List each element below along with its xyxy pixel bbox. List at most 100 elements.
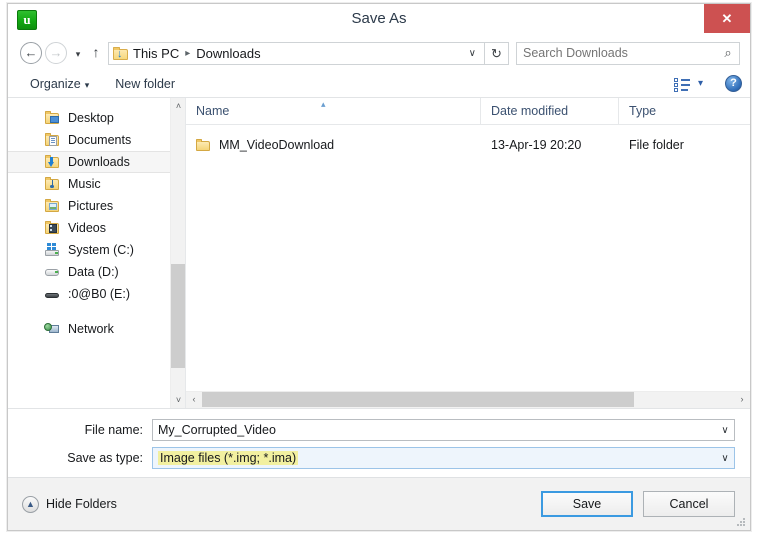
- network-icon: [44, 322, 61, 336]
- navigation-sidebar: Desktop Documents Downloads Music Pictur…: [8, 98, 186, 408]
- sidebar-item-music[interactable]: Music: [8, 173, 185, 195]
- column-headers: Name Date modified Type ▴: [186, 98, 750, 125]
- sidebar-list: Desktop Documents Downloads Music Pictur…: [8, 98, 185, 340]
- title-bar: u Save As ✕: [8, 4, 750, 36]
- close-button[interactable]: ✕: [704, 4, 750, 33]
- table-row[interactable]: MM_VideoDownload 13-Apr-19 20:20 File fo…: [186, 134, 750, 156]
- help-icon[interactable]: ?: [725, 75, 742, 92]
- view-options-icon[interactable]: [673, 77, 690, 92]
- refresh-icon[interactable]: ↻: [485, 41, 509, 65]
- search-box[interactable]: ⌕: [516, 41, 740, 65]
- windows-drive-icon: [44, 243, 61, 257]
- save-as-type-value-wrap[interactable]: Image files (*.img; *.ima): [153, 451, 716, 465]
- breadcrumb-item-this-pc[interactable]: This PC: [131, 46, 181, 61]
- save-as-type-value: Image files (*.img; *.ima): [158, 451, 299, 465]
- chevron-down-icon[interactable]: ∨: [463, 48, 484, 59]
- horizontal-scrollbar-thumb[interactable]: [202, 392, 634, 407]
- sidebar-item-label: Desktop: [68, 111, 114, 125]
- search-icon[interactable]: ⌕: [717, 45, 739, 61]
- file-name-field[interactable]: My_Corrupted_Video ∨: [152, 419, 735, 441]
- dialog-footer: ▲ Hide Folders Save Cancel: [8, 477, 750, 530]
- breadcrumb[interactable]: ↓ This PC ▸ Downloads ∨: [108, 41, 485, 65]
- folder-icon: [196, 138, 211, 152]
- cell-type: File folder: [629, 138, 684, 152]
- toolbar-right-group: ▾ ?: [673, 75, 742, 92]
- form-area: File name: My_Corrupted_Video ∨ Save as …: [8, 409, 750, 477]
- address-bar: ← → ▾ ↑ ↓ This PC ▸ Downloads ∨ ↻ ⌕: [8, 36, 750, 70]
- file-name-text: MM_VideoDownload: [219, 138, 335, 152]
- search-input[interactable]: [517, 45, 717, 61]
- save-as-type-field[interactable]: Image files (*.img; *.ima) ∨: [152, 447, 735, 469]
- column-header-name[interactable]: Name: [186, 98, 481, 124]
- organize-button[interactable]: Organize ▾: [30, 77, 89, 91]
- chevron-up-icon: ▲: [22, 495, 39, 513]
- new-folder-button[interactable]: New folder: [115, 77, 175, 91]
- scroll-left-icon[interactable]: ‹: [186, 392, 202, 407]
- save-as-type-row: Save as type: Image files (*.img; *.ima)…: [8, 446, 750, 470]
- pictures-folder-icon: [44, 199, 61, 213]
- sidebar-item-removable-e[interactable]: :0@B0 (E:): [8, 283, 185, 305]
- breadcrumb-separator: ▸: [185, 47, 191, 59]
- sidebar-item-label: Pictures: [68, 199, 114, 213]
- downloads-folder-icon: ↓: [113, 46, 128, 60]
- chevron-down-icon[interactable]: ∨: [716, 425, 734, 436]
- cell-name: MM_VideoDownload: [186, 138, 481, 152]
- cancel-button[interactable]: Cancel: [643, 491, 735, 517]
- scroll-up-icon[interactable]: ˄: [171, 98, 185, 114]
- scroll-down-icon[interactable]: ˅: [171, 392, 185, 408]
- sidebar-item-data-d[interactable]: Data (D:): [8, 261, 185, 283]
- sidebar-item-label: Videos: [68, 221, 106, 235]
- sidebar-item-network[interactable]: Network: [8, 318, 185, 340]
- file-list: Name Date modified Type ▴ MM_VideoDownlo…: [186, 98, 750, 408]
- file-name-label: File name:: [84, 423, 143, 437]
- toolbar: Organize ▾ New folder ▾ ?: [8, 70, 750, 98]
- desktop-folder-icon: [44, 111, 61, 125]
- save-as-dialog: u Save As ✕ ← → ▾ ↑ ↓ This PC ▸ Download…: [7, 3, 751, 531]
- resize-grip[interactable]: [737, 518, 746, 527]
- organize-label: Organize: [30, 76, 81, 91]
- save-as-type-label: Save as type:: [67, 451, 143, 465]
- footer-buttons: Save Cancel: [541, 491, 735, 517]
- sidebar-scrollbar-thumb[interactable]: [171, 264, 185, 368]
- column-header-type[interactable]: Type: [619, 98, 739, 124]
- music-folder-icon: [44, 177, 61, 191]
- view-options-caret-icon[interactable]: ▾: [698, 78, 703, 89]
- cell-date-modified: 13-Apr-19 20:20: [491, 138, 582, 152]
- removable-drive-icon: [44, 287, 61, 301]
- chevron-down-icon: ▾: [84, 79, 90, 90]
- sidebar-item-videos[interactable]: Videos: [8, 217, 185, 239]
- horizontal-scrollbar[interactable]: ‹ ›: [186, 391, 750, 408]
- hide-folders-label: Hide Folders: [46, 497, 117, 511]
- file-name-row: File name: My_Corrupted_Video ∨: [8, 418, 750, 442]
- forward-icon[interactable]: →: [45, 42, 67, 64]
- sidebar-item-label: Music: [68, 177, 101, 191]
- sort-ascending-icon: ▴: [321, 99, 326, 109]
- videos-folder-icon: [44, 221, 61, 235]
- column-header-date-modified[interactable]: Date modified: [481, 98, 619, 124]
- sidebar-item-documents[interactable]: Documents: [8, 129, 185, 151]
- scroll-right-icon[interactable]: ›: [734, 392, 750, 407]
- sidebar-item-pictures[interactable]: Pictures: [8, 195, 185, 217]
- chevron-down-icon[interactable]: ∨: [716, 453, 734, 464]
- back-icon[interactable]: ←: [20, 42, 42, 64]
- sidebar-item-desktop[interactable]: Desktop: [8, 107, 185, 129]
- sidebar-item-label: System (C:): [68, 243, 134, 257]
- downloads-folder-icon: [44, 155, 61, 169]
- sidebar-item-label: Downloads: [68, 155, 130, 169]
- page-title: Save As: [351, 10, 407, 27]
- hide-folders-button[interactable]: ▲ Hide Folders: [22, 495, 117, 513]
- sidebar-item-downloads[interactable]: Downloads: [8, 151, 185, 173]
- breadcrumb-item-downloads[interactable]: Downloads: [194, 46, 262, 61]
- file-rows: MM_VideoDownload 13-Apr-19 20:20 File fo…: [186, 125, 750, 391]
- sidebar-item-label: Network: [68, 322, 114, 336]
- sidebar-scrollbar[interactable]: ˄ ˅: [170, 98, 185, 408]
- history-dropdown-icon[interactable]: ▾: [70, 42, 86, 64]
- save-button[interactable]: Save: [541, 491, 633, 517]
- documents-folder-icon: [44, 133, 61, 147]
- up-one-level-icon[interactable]: ↑: [86, 42, 106, 64]
- browser-area: Desktop Documents Downloads Music Pictur…: [8, 98, 750, 409]
- file-name-value[interactable]: My_Corrupted_Video: [153, 423, 716, 437]
- sidebar-item-system-c[interactable]: System (C:): [8, 239, 185, 261]
- sidebar-item-label: Data (D:): [68, 265, 119, 279]
